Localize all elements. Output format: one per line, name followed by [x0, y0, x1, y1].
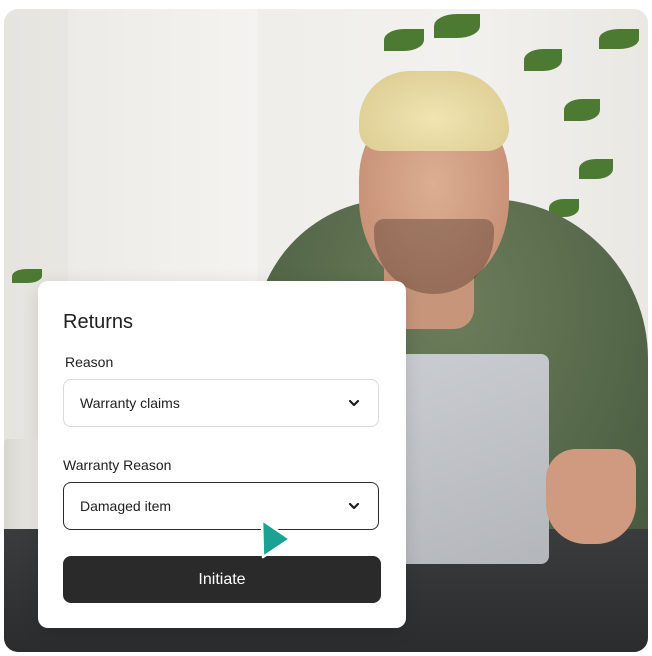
warranty-reason-select[interactable]: Damaged item	[63, 482, 379, 530]
warranty-reason-select-value: Damaged item	[80, 498, 172, 514]
person-hair	[359, 71, 509, 151]
plant-leaf	[12, 269, 42, 283]
plant-leaf	[384, 29, 424, 51]
chevron-down-icon	[348, 399, 360, 407]
card-title: Returns	[63, 311, 134, 333]
plant-leaf	[434, 14, 480, 38]
initiate-button[interactable]: Initiate	[63, 556, 381, 603]
pointer-cursor-icon	[260, 518, 292, 559]
laptop	[399, 354, 549, 564]
plant-leaf	[564, 99, 600, 121]
reason-select[interactable]: Warranty claims	[63, 379, 379, 427]
plant-leaf	[599, 29, 639, 49]
plant-leaf	[579, 159, 613, 179]
plant-leaf	[524, 49, 562, 71]
reason-label: Reason	[65, 354, 114, 370]
person-hand	[546, 449, 636, 544]
returns-card: Returns Reason Warranty claims Warranty …	[38, 281, 406, 628]
warranty-reason-label: Warranty Reason	[63, 457, 172, 473]
chevron-down-icon	[348, 502, 360, 510]
reason-select-value: Warranty claims	[80, 395, 180, 411]
